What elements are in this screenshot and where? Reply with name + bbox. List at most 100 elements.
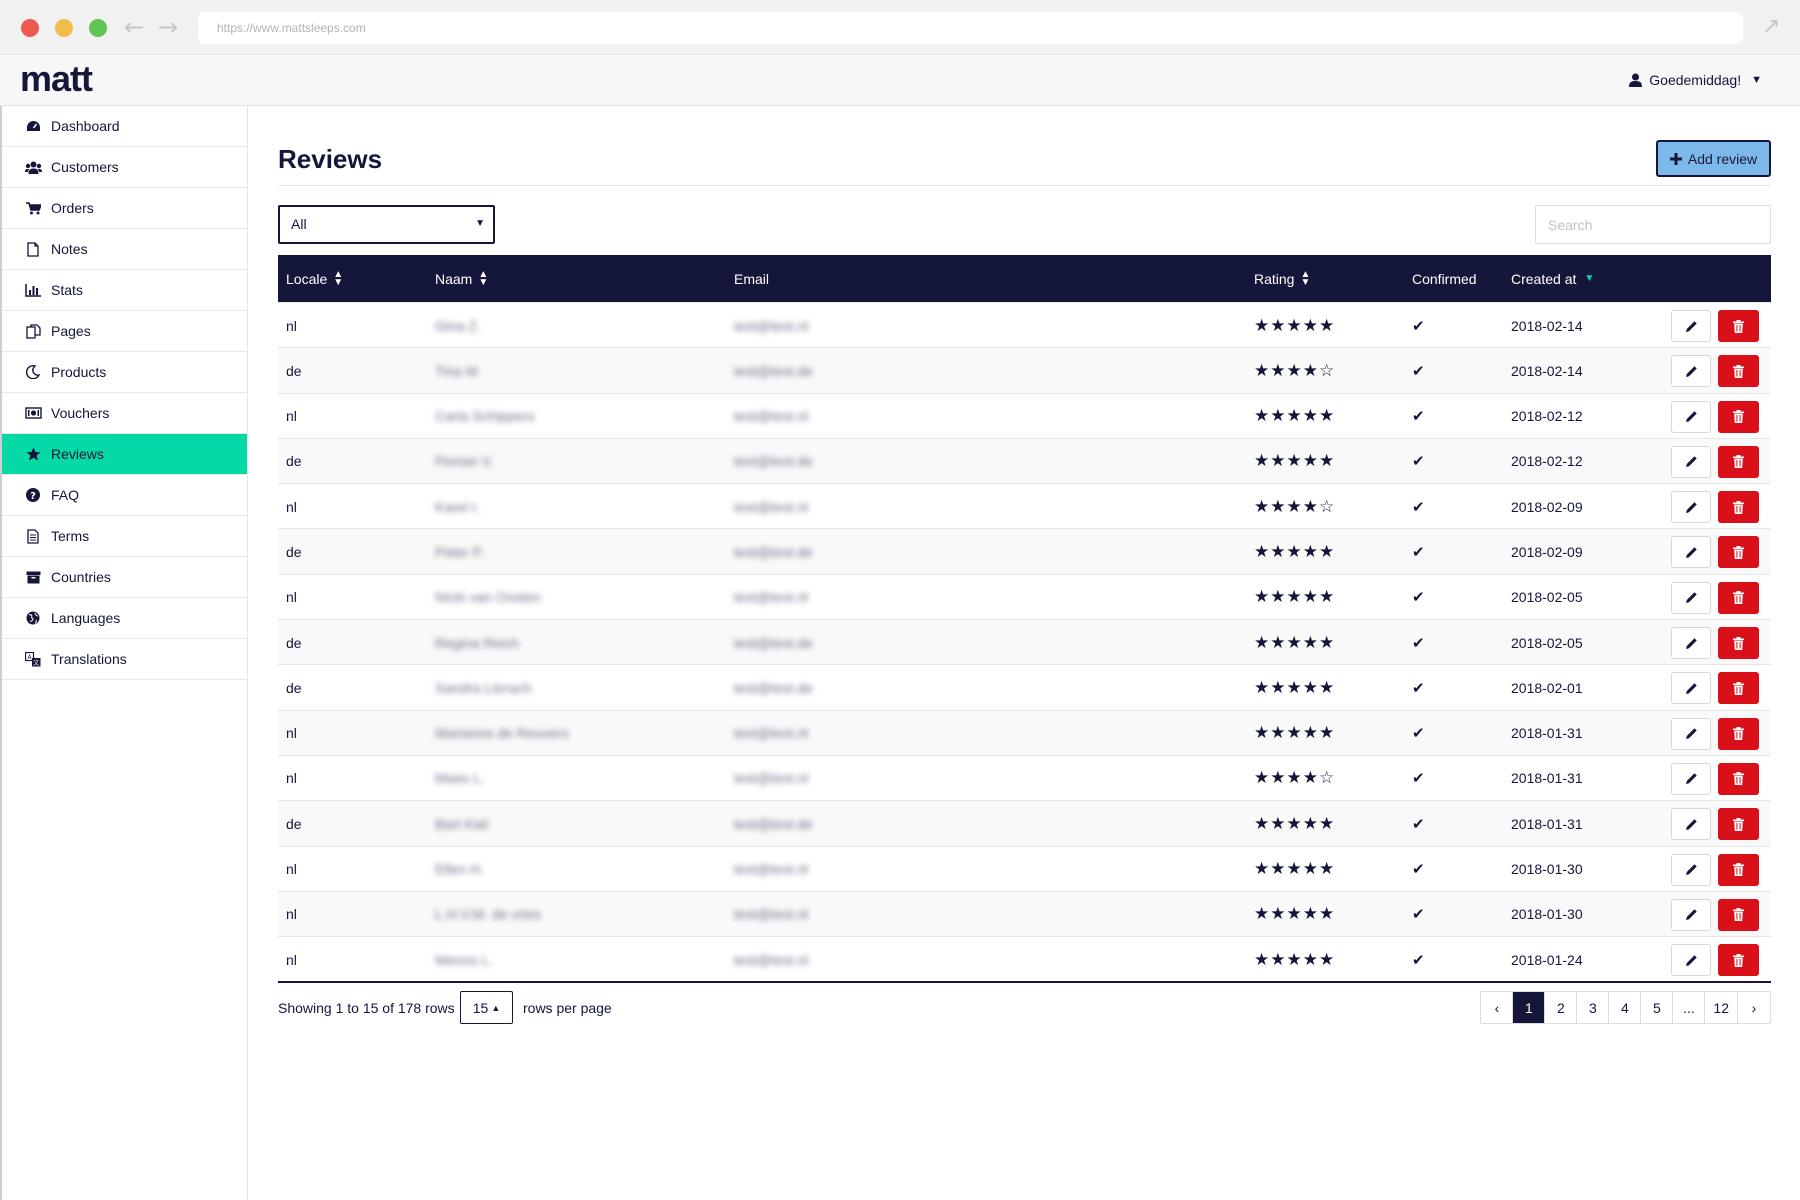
sidebar-item-customers[interactable]: Customers bbox=[2, 147, 247, 188]
page-3[interactable]: 3 bbox=[1577, 992, 1610, 1023]
delete-button[interactable] bbox=[1718, 627, 1759, 660]
edit-button[interactable] bbox=[1671, 898, 1711, 931]
trash-icon bbox=[1733, 727, 1744, 741]
edit-button[interactable] bbox=[1671, 944, 1711, 977]
page-2[interactable]: 2 bbox=[1545, 992, 1578, 1023]
edit-button[interactable] bbox=[1671, 717, 1711, 750]
page-ellipsis: ... bbox=[1673, 992, 1706, 1023]
logo[interactable]: matt bbox=[20, 58, 93, 100]
sidebar-item-faq[interactable]: ? FAQ bbox=[2, 475, 247, 516]
rating-stars: ★★★★★ bbox=[1254, 451, 1336, 472]
page-1[interactable]: 1 bbox=[1513, 992, 1546, 1023]
name-cell: Carla Schippers bbox=[435, 408, 535, 425]
sidebar-item-products[interactable]: Products bbox=[2, 352, 247, 393]
sidebar-item-countries[interactable]: Countries bbox=[2, 557, 247, 598]
delete-button[interactable] bbox=[1718, 310, 1759, 342]
delete-button[interactable] bbox=[1718, 808, 1759, 841]
close-window-button[interactable] bbox=[21, 19, 39, 37]
forward-arrow-icon[interactable]: → bbox=[158, 13, 178, 41]
edit-button[interactable] bbox=[1671, 672, 1711, 705]
page-4[interactable]: 4 bbox=[1609, 992, 1642, 1023]
pencil-icon bbox=[1685, 591, 1698, 604]
caret-down-icon: ▼ bbox=[475, 218, 485, 229]
rating-stars: ★★★★★ bbox=[1254, 859, 1336, 880]
page-title: Reviews bbox=[278, 144, 383, 174]
edit-button[interactable] bbox=[1671, 400, 1711, 433]
sidebar-item-stats[interactable]: Stats bbox=[2, 270, 247, 311]
delete-button[interactable] bbox=[1718, 672, 1759, 705]
prev-page-button[interactable]: ‹ bbox=[1481, 992, 1514, 1023]
email-cell: test@test.nl bbox=[734, 770, 809, 787]
search-input[interactable] bbox=[1535, 205, 1771, 244]
next-page-button[interactable]: › bbox=[1738, 992, 1770, 1023]
pencil-icon bbox=[1685, 501, 1698, 514]
sidebar-item-translations[interactable]: A 文 Translations bbox=[2, 639, 247, 680]
edit-button[interactable] bbox=[1671, 491, 1711, 524]
expand-icon[interactable]: ↗ bbox=[1762, 14, 1780, 39]
locale-cell: nl bbox=[286, 725, 297, 742]
delete-button[interactable] bbox=[1718, 491, 1759, 524]
created-at-cell: 2018-02-12 bbox=[1511, 408, 1583, 425]
page-5[interactable]: 5 bbox=[1641, 992, 1674, 1023]
file-icon bbox=[24, 241, 42, 257]
sidebar-item-label: Pages bbox=[51, 323, 91, 339]
pencil-icon bbox=[1685, 954, 1698, 967]
delete-button[interactable] bbox=[1718, 536, 1759, 569]
table-row: nl Nicki van Oosten test@test.nl ★★★★★ ✔ 2018… bbox=[278, 573, 1771, 619]
delete-button[interactable] bbox=[1718, 898, 1759, 931]
delete-button[interactable] bbox=[1718, 944, 1759, 977]
delete-button[interactable] bbox=[1718, 762, 1759, 795]
question-icon: ? bbox=[24, 488, 42, 502]
sidebar-item-notes[interactable]: Notes bbox=[2, 229, 247, 270]
name-column-header[interactable]: Naam ▲ ▼ bbox=[435, 255, 488, 302]
maximize-window-button[interactable] bbox=[89, 19, 107, 37]
sidebar-item-orders[interactable]: Orders bbox=[2, 188, 247, 229]
trash-icon bbox=[1733, 591, 1744, 605]
confirmed-check-icon: ✔ bbox=[1412, 316, 1425, 335]
page-12[interactable]: 12 bbox=[1705, 992, 1738, 1023]
add-review-button[interactable]: Add review bbox=[1656, 140, 1771, 177]
edit-button[interactable] bbox=[1671, 445, 1711, 478]
delete-button[interactable] bbox=[1718, 355, 1759, 388]
sidebar-item-languages[interactable]: Languages bbox=[2, 598, 247, 639]
delete-button[interactable] bbox=[1718, 853, 1759, 886]
email-cell: test@test.nl bbox=[734, 498, 809, 515]
user-menu[interactable]: Goedemiddag! ▼ bbox=[1629, 72, 1762, 88]
table-row: nl Gina Z. test@test.nl ★★★★★ ✔ 2018-02-14 bbox=[278, 302, 1771, 347]
created-column-header[interactable]: Created at ▼ bbox=[1511, 255, 1594, 302]
edit-button[interactable] bbox=[1671, 581, 1711, 614]
rating-stars: ★★★★☆ bbox=[1254, 768, 1336, 789]
greeting-label: Goedemiddag! bbox=[1649, 72, 1742, 88]
confirmed-check-icon: ✔ bbox=[1412, 950, 1425, 969]
delete-button[interactable] bbox=[1718, 581, 1759, 614]
delete-button[interactable] bbox=[1718, 445, 1759, 478]
name-cell: Marianne de Reuvers bbox=[435, 725, 569, 742]
sidebar-item-dashboard[interactable]: Dashboard bbox=[2, 106, 247, 147]
email-cell: test@test.nl bbox=[734, 906, 809, 923]
edit-button[interactable] bbox=[1671, 536, 1711, 569]
sidebar-item-terms[interactable]: Terms bbox=[2, 516, 247, 557]
edit-button[interactable] bbox=[1671, 762, 1711, 795]
edit-button[interactable] bbox=[1671, 310, 1711, 342]
locale-header-label: Locale bbox=[286, 270, 328, 287]
rows-per-page-select[interactable]: 15 ▲ bbox=[460, 991, 513, 1024]
back-arrow-icon[interactable]: ← bbox=[124, 13, 144, 41]
locale-column-header[interactable]: Locale ▲ ▼ bbox=[286, 255, 343, 302]
url-bar[interactable]: https://www.mattsleeps.com bbox=[198, 12, 1743, 44]
sidebar-item-reviews[interactable]: Reviews bbox=[2, 434, 247, 475]
rating-column-header[interactable]: Rating ▲ ▼ bbox=[1254, 255, 1310, 302]
delete-button[interactable] bbox=[1718, 400, 1759, 433]
minimize-window-button[interactable] bbox=[55, 19, 73, 37]
edit-button[interactable] bbox=[1671, 808, 1711, 841]
filter-value: All bbox=[291, 216, 307, 232]
filter-select[interactable]: All ▼ bbox=[278, 205, 495, 244]
bar-chart-icon bbox=[24, 283, 42, 297]
trash-icon bbox=[1733, 636, 1744, 650]
sidebar-item-pages[interactable]: Pages bbox=[2, 311, 247, 352]
edit-button[interactable] bbox=[1671, 355, 1711, 388]
edit-button[interactable] bbox=[1671, 853, 1711, 886]
sidebar-item-vouchers[interactable]: Vouchers bbox=[2, 393, 247, 434]
table-row: de Peter P. test@test.de ★★★★★ ✔ 2018-02-09 bbox=[278, 528, 1771, 574]
delete-button[interactable] bbox=[1718, 717, 1759, 750]
edit-button[interactable] bbox=[1671, 627, 1711, 660]
